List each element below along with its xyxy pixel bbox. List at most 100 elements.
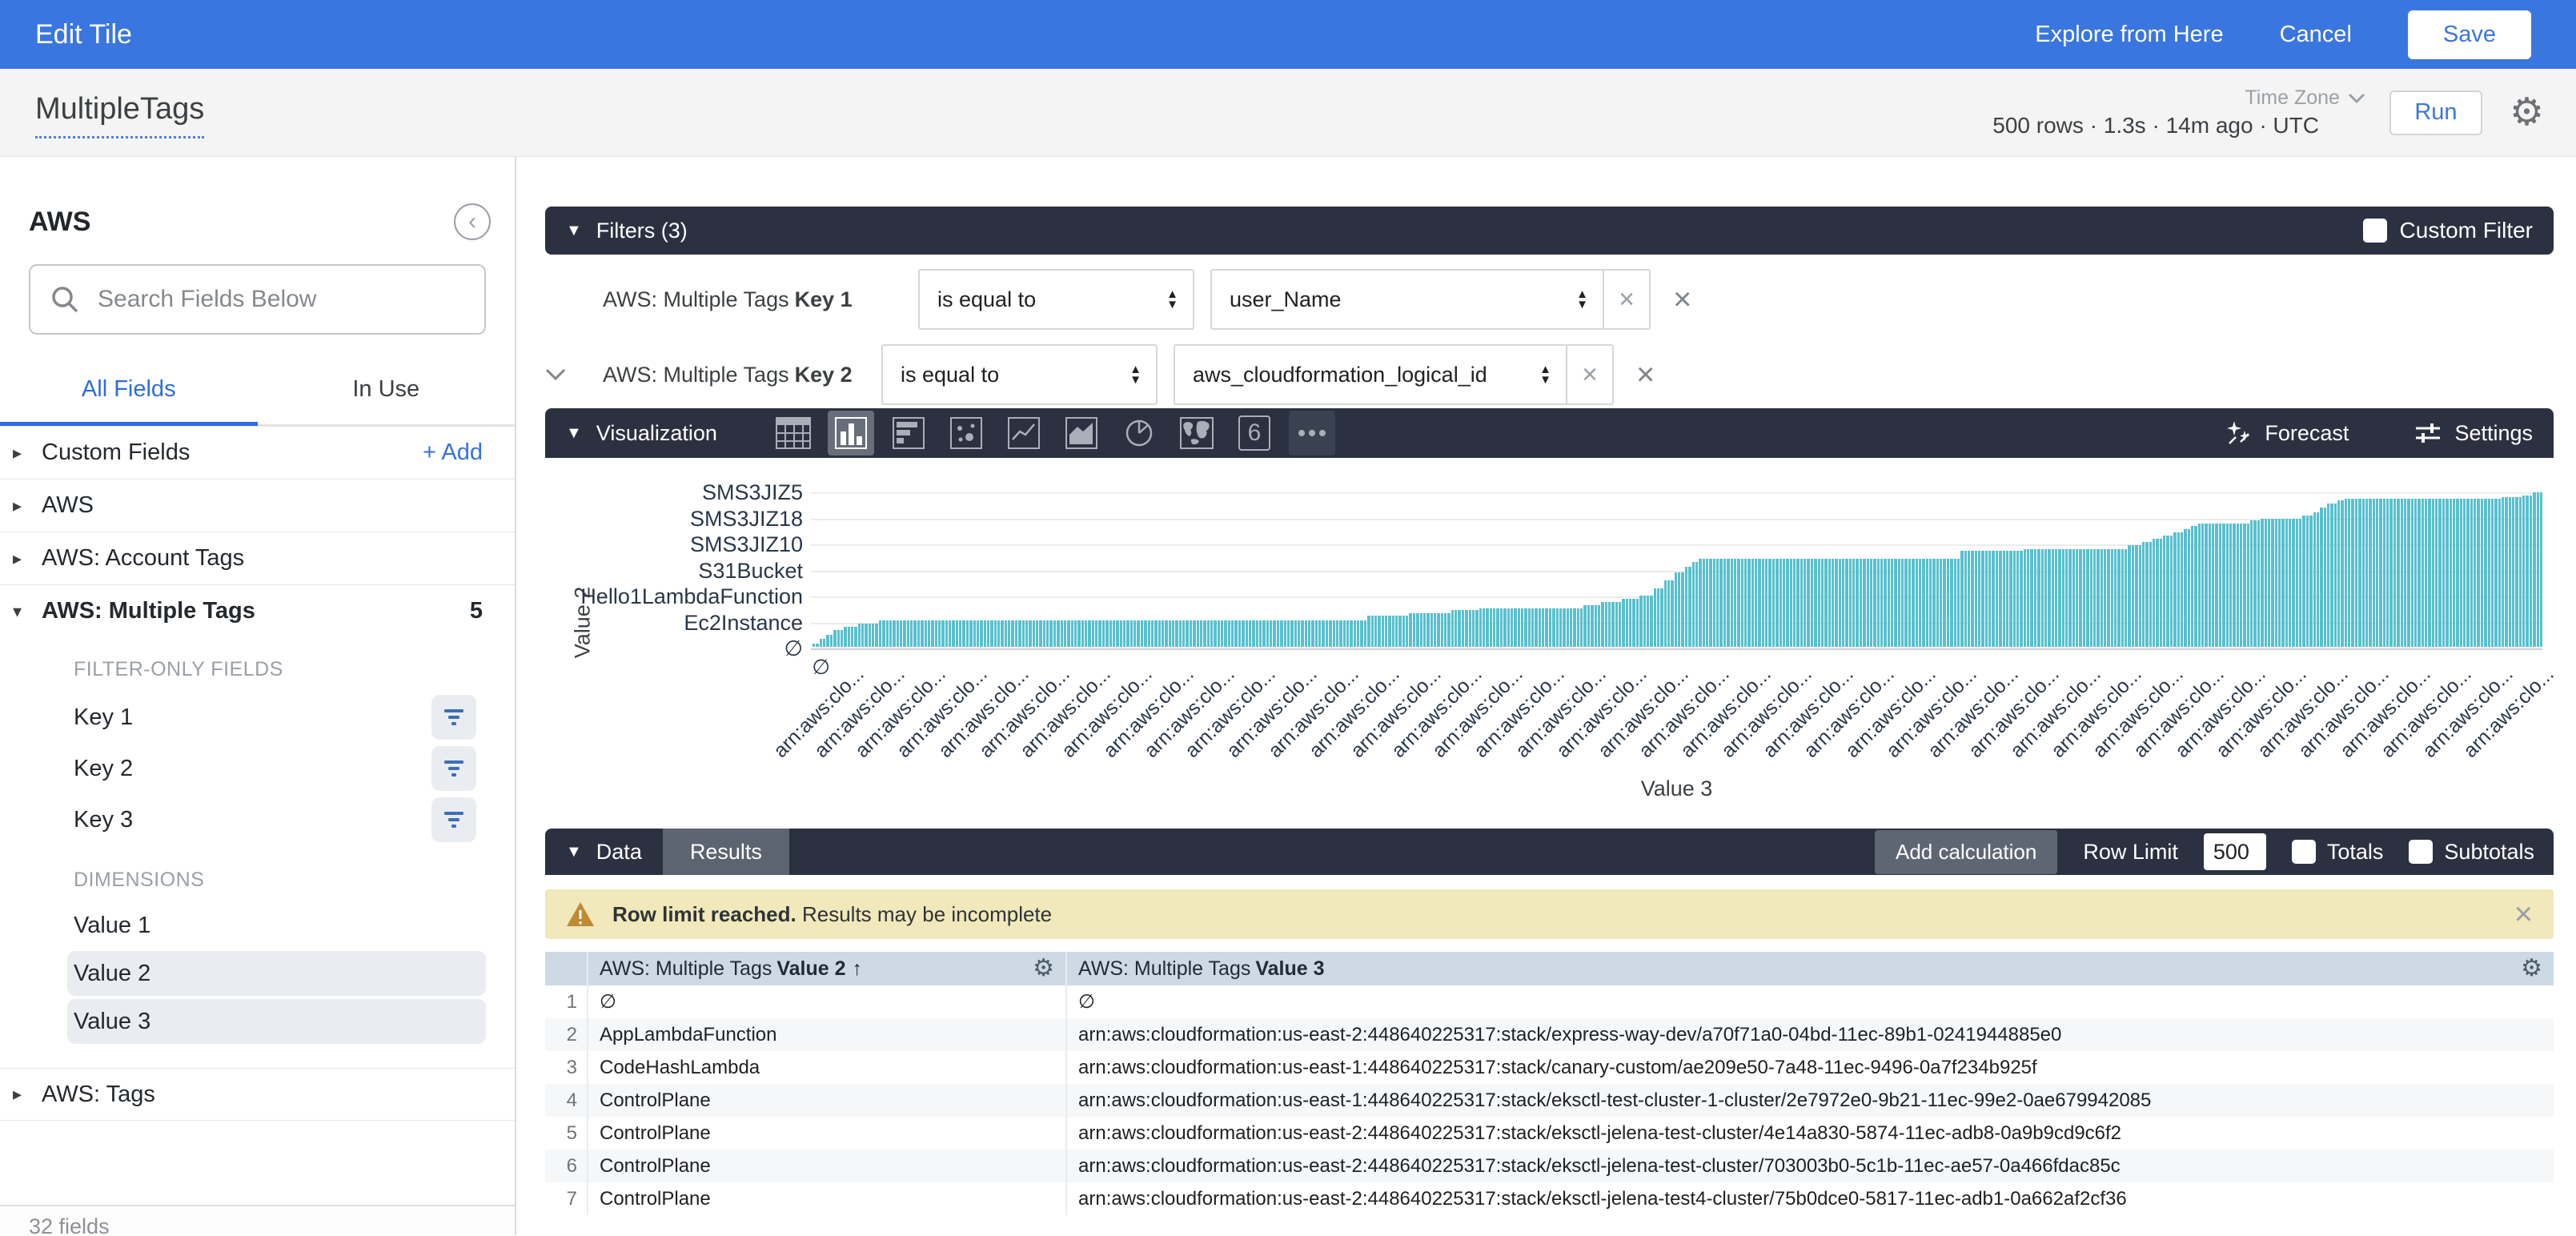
bar[interactable]	[1741, 559, 1743, 647]
bar[interactable]	[1626, 599, 1628, 647]
cell-value2[interactable]: ControlPlane	[587, 1182, 1065, 1215]
bar[interactable]	[1074, 620, 1077, 647]
bar[interactable]	[956, 620, 958, 647]
bar[interactable]	[2512, 497, 2514, 647]
bar[interactable]	[1179, 620, 1182, 647]
bar[interactable]	[1392, 616, 1394, 647]
bar[interactable]	[2317, 512, 2319, 647]
bar[interactable]	[2418, 499, 2420, 647]
cell-value2[interactable]: ∅	[587, 985, 1065, 1018]
cell-value2[interactable]: ControlPlane	[587, 1150, 1065, 1182]
bar[interactable]	[1988, 551, 1991, 647]
bar[interactable]	[1123, 620, 1125, 647]
bar[interactable]	[1284, 620, 1286, 647]
bar[interactable]	[1552, 608, 1555, 647]
bar[interactable]	[1231, 620, 1234, 647]
bar[interactable]	[1343, 620, 1346, 647]
bar[interactable]	[1360, 620, 1362, 647]
bar[interactable]	[854, 627, 857, 647]
bar[interactable]	[1667, 580, 1670, 647]
bar[interactable]	[1950, 559, 1952, 647]
bar[interactable]	[1305, 620, 1307, 647]
bar[interactable]	[1852, 559, 1855, 647]
bar[interactable]	[2135, 545, 2137, 647]
bar[interactable]	[2149, 542, 2152, 647]
bar[interactable]	[2058, 549, 2060, 647]
bar[interactable]	[1218, 620, 1220, 647]
bar[interactable]	[1469, 610, 1471, 647]
bar[interactable]	[1357, 620, 1359, 647]
bar[interactable]	[2530, 496, 2532, 647]
bar[interactable]	[2222, 524, 2225, 647]
bar[interactable]	[1570, 608, 1572, 647]
bar[interactable]	[1015, 620, 1017, 647]
timezone-dropdown[interactable]: Time Zone	[2245, 86, 2365, 110]
bar[interactable]	[1287, 620, 1290, 647]
bar[interactable]	[2435, 499, 2438, 647]
bar[interactable]	[2268, 519, 2270, 647]
bar[interactable]	[1835, 559, 1837, 647]
bar[interactable]	[1919, 559, 1921, 647]
custom-filter-checkbox[interactable]	[2363, 219, 2387, 243]
bar[interactable]	[907, 620, 909, 647]
bar[interactable]	[2212, 524, 2214, 647]
bar[interactable]	[1333, 620, 1335, 647]
bar[interactable]	[2024, 549, 2026, 647]
bar[interactable]	[1908, 559, 1911, 647]
bar[interactable]	[1109, 620, 1112, 647]
scatter-chart-icon[interactable]	[943, 411, 989, 455]
bar[interactable]	[1154, 620, 1157, 647]
bar[interactable]	[2438, 499, 2441, 647]
bar[interactable]	[1483, 608, 1485, 647]
bar[interactable]	[1088, 620, 1090, 647]
bar[interactable]	[1490, 608, 1492, 647]
bar[interactable]	[2386, 499, 2389, 647]
bar[interactable]	[2027, 549, 2029, 647]
bar[interactable]	[1095, 620, 1097, 647]
bar[interactable]	[879, 620, 881, 647]
cell-value3[interactable]: arn:aws:cloudformation:us-east-2:4486402…	[1065, 1182, 2554, 1215]
bar[interactable]	[844, 627, 846, 647]
bar[interactable]	[2397, 499, 2399, 647]
bar[interactable]	[1545, 608, 1547, 647]
bar[interactable]	[2289, 519, 2291, 647]
filter-value-select[interactable]: aws_cloudformation_logical_id ▲▼ ×	[1174, 344, 1614, 405]
bar[interactable]	[1636, 599, 1639, 647]
bar[interactable]	[2068, 549, 2071, 647]
bar[interactable]	[966, 620, 969, 647]
bar[interactable]	[837, 630, 840, 647]
bar[interactable]	[1731, 559, 1733, 647]
bar[interactable]	[1762, 559, 1764, 647]
bar[interactable]	[2219, 524, 2221, 647]
bar[interactable]	[2052, 549, 2054, 647]
bar[interactable]	[2422, 499, 2424, 647]
bar[interactable]	[2281, 519, 2284, 647]
bar[interactable]	[1772, 559, 1775, 647]
bar[interactable]	[1374, 616, 1377, 647]
bar[interactable]	[2065, 549, 2068, 647]
column-header-value3[interactable]: AWS: Multiple TagsValue 3 ⚙	[1065, 952, 2554, 985]
bar[interactable]	[1985, 551, 1988, 647]
bar[interactable]	[813, 644, 815, 647]
bar[interactable]	[1786, 559, 1788, 647]
bar[interactable]	[2055, 549, 2057, 647]
bar[interactable]	[1193, 620, 1195, 647]
bar[interactable]	[872, 624, 874, 647]
bar[interactable]	[935, 620, 937, 647]
bar[interactable]	[1675, 572, 1677, 647]
bar[interactable]	[1898, 559, 1900, 647]
search-input[interactable]	[98, 286, 465, 313]
bar[interactable]	[2494, 499, 2497, 647]
bar[interactable]	[1064, 620, 1066, 647]
bar[interactable]	[2292, 519, 2294, 647]
bar[interactable]	[2383, 499, 2385, 647]
bar[interactable]	[1301, 620, 1303, 647]
bar[interactable]	[1978, 551, 1980, 647]
bar[interactable]	[1619, 602, 1621, 647]
bar[interactable]	[1932, 559, 1935, 647]
more-chart-types-icon[interactable]	[1289, 411, 1335, 455]
bar[interactable]	[1719, 559, 1722, 647]
bar[interactable]	[2351, 499, 2353, 647]
bar[interactable]	[2320, 508, 2322, 647]
bar[interactable]	[1699, 559, 1701, 647]
